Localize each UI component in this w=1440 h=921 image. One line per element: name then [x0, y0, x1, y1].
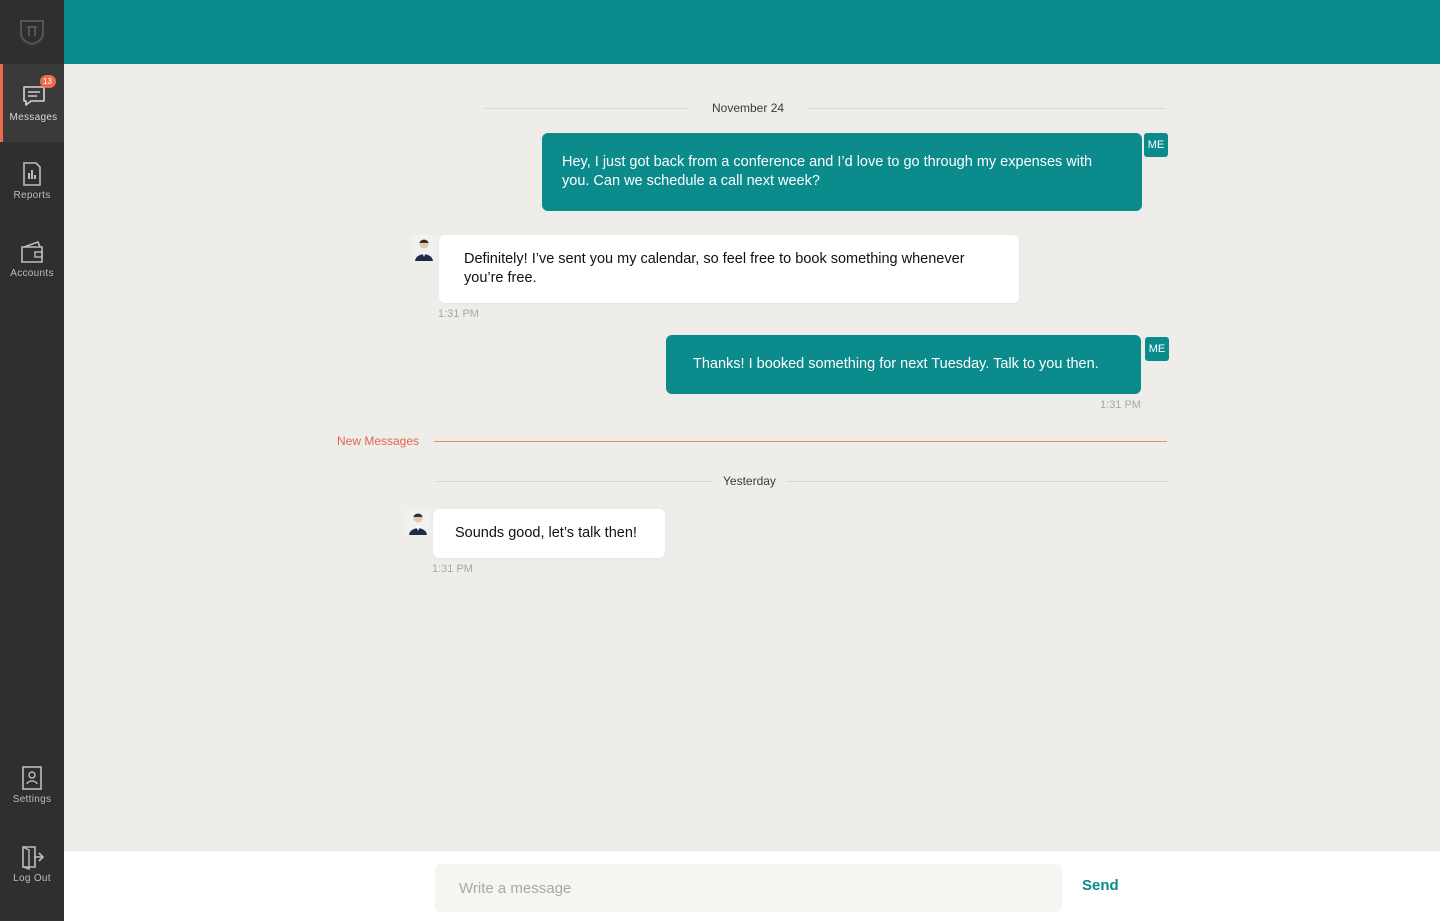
- me-avatar: ME: [1145, 337, 1169, 361]
- message-timestamp: 1:31 PM: [432, 563, 473, 575]
- date-separator: Yesterday: [436, 474, 1168, 488]
- sidebar-item-settings[interactable]: Settings: [0, 746, 64, 824]
- logout-icon: [19, 844, 45, 870]
- chat-icon: 13: [21, 75, 56, 109]
- person-avatar-icon: [411, 235, 437, 261]
- sidebar-item-logout[interactable]: Log Out: [0, 825, 64, 903]
- sidebar-item-accounts[interactable]: Accounts: [0, 220, 64, 298]
- message-text: Definitely! I’ve sent you my calendar, s…: [464, 251, 965, 286]
- message-text: Hey, I just got back from a conference a…: [562, 154, 1093, 189]
- message-bubble-sent[interactable]: Thanks! I booked something for next Tues…: [666, 335, 1141, 394]
- message-bubble-received[interactable]: Definitely! I’ve sent you my calendar, s…: [439, 235, 1019, 303]
- shield-logo-icon: [20, 20, 44, 46]
- sidebar-item-reports[interactable]: Reports: [0, 142, 64, 220]
- date-separator: November 24: [484, 101, 1167, 115]
- me-avatar: ME: [1144, 133, 1168, 157]
- message-bubble-sent[interactable]: Hey, I just got back from a conference a…: [542, 133, 1142, 211]
- wallet-icon: [19, 239, 45, 265]
- sidebar-item-label: Accounts: [10, 268, 54, 279]
- top-bar: [64, 0, 1440, 64]
- sidebar-item-label: Reports: [13, 190, 51, 201]
- sidebar-item-label: Log Out: [13, 873, 51, 884]
- sidebar-item-label: Messages: [9, 112, 58, 123]
- sidebar: 13 Messages Reports Accounts Settings Lo…: [0, 0, 64, 921]
- person-avatar-icon: [405, 509, 431, 535]
- avatar: [405, 509, 431, 535]
- message-composer: Send: [64, 850, 1440, 921]
- message-timestamp: 1:31 PM: [438, 308, 479, 320]
- profile-card-icon: [19, 765, 45, 791]
- sidebar-item-label: Settings: [12, 794, 52, 805]
- message-timestamp: 1:31 PM: [1100, 399, 1141, 411]
- report-icon: [19, 161, 45, 187]
- avatar: [411, 235, 437, 261]
- message-input[interactable]: [435, 864, 1062, 912]
- new-messages-divider: New Messages: [337, 434, 1167, 448]
- message-text: Thanks! I booked something for next Tues…: [693, 356, 1099, 372]
- app-logo[interactable]: [0, 0, 64, 64]
- sidebar-item-messages[interactable]: 13 Messages: [0, 64, 64, 142]
- unread-badge: 13: [39, 75, 56, 88]
- message-bubble-received[interactable]: Sounds good, let’s talk then!: [433, 509, 665, 558]
- send-button[interactable]: Send: [1082, 877, 1119, 894]
- new-messages-label: New Messages: [337, 434, 420, 448]
- message-text: Sounds good, let’s talk then!: [455, 525, 637, 541]
